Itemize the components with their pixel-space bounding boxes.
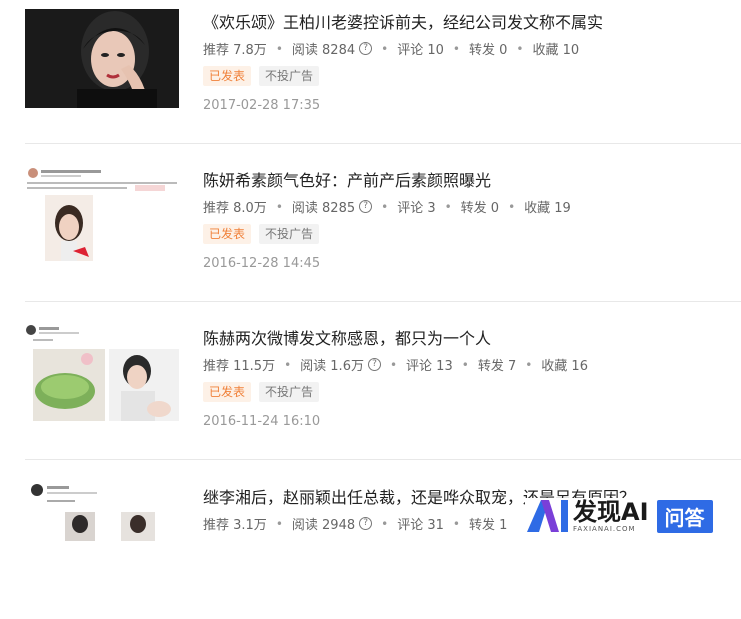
article-thumbnail[interactable] (25, 167, 179, 266)
read-count: 阅读 8284? (291, 39, 373, 58)
status-badge: 已发表 (203, 224, 252, 244)
separator-dot: • (381, 516, 389, 531)
ad-badge: 不投广告 (259, 66, 320, 86)
article-stats: 推荐 8.0万 • 阅读 8285? • 评论 3 • 转发 0 • 收藏 19 (203, 197, 571, 217)
comment-count: 评论 13 (406, 359, 453, 374)
article-tags: 已发表 不投广告 (203, 382, 320, 402)
read-count-text: 阅读 1.6万 (300, 359, 364, 374)
separator-dot: • (284, 357, 292, 372)
watermark-brand: 发现AI (573, 497, 649, 526)
publish-date: 2016-11-24 16:10 (203, 414, 321, 429)
favorite-count: 收藏 16 (541, 359, 588, 374)
separator-dot: • (508, 199, 516, 214)
share-count: 转发 7 (477, 359, 517, 374)
read-count-text: 阅读 8284 (291, 43, 356, 58)
comment-count: 评论 10 (397, 43, 444, 58)
article-item[interactable]: 陈赫两次微博发文称感恩，都只为一个人 推荐 11.5万 • 阅读 1.6万? •… (25, 325, 741, 460)
divider (25, 301, 741, 302)
article-item[interactable]: 陈妍希素颜气色好：产前产后素颜照曝光 推荐 8.0万 • 阅读 8285? • … (25, 167, 741, 302)
article-title[interactable]: 《欢乐颂》王柏川老婆控诉前夫，经纪公司发文称不属实 (203, 9, 603, 33)
divider (25, 143, 741, 144)
separator-dot: • (389, 357, 398, 372)
status-badge: 已发表 (203, 382, 252, 402)
article-thumbnail[interactable] (25, 484, 179, 541)
publish-date: 2016-12-28 14:45 (203, 256, 321, 271)
comment-count: 评论 3 (397, 201, 436, 216)
article-thumbnail[interactable] (25, 9, 179, 108)
article-tags: 已发表 不投广告 (203, 66, 320, 86)
read-count-text: 阅读 2948 (291, 518, 356, 533)
share-count: 转发 0 (460, 201, 500, 216)
article-title[interactable]: 陈赫两次微博发文称感恩，都只为一个人 (203, 325, 491, 349)
separator-dot: • (525, 357, 533, 372)
article-tags: 已发表 不投广告 (203, 224, 320, 244)
article-thumbnail[interactable] (25, 325, 179, 424)
recommend-count: 推荐 8.0万 (203, 201, 267, 216)
watermark-text: 发现AI FAXIANAI.COM (573, 500, 649, 533)
share-count: 转发 1 (468, 518, 508, 533)
help-icon[interactable]: ? (367, 358, 381, 371)
article-item[interactable]: 《欢乐颂》王柏川老婆控诉前夫，经纪公司发文称不属实 推荐 7.8万 • 阅读 8… (25, 9, 741, 144)
help-icon[interactable]: ? (359, 200, 373, 213)
help-icon[interactable]: ? (359, 42, 373, 55)
status-badge: 已发表 (203, 66, 252, 86)
article-stats: 推荐 3.1万 • 阅读 2948? • 评论 31 • 转发 1 (203, 514, 508, 534)
article-stats: 推荐 11.5万 • 阅读 1.6万? • 评论 13 • 转发 7 • 收藏 … (203, 355, 588, 375)
article-title[interactable]: 陈妍希素颜气色好：产前产后素颜照曝光 (203, 167, 491, 191)
read-count: 阅读 2948? (291, 514, 373, 533)
help-icon[interactable]: ? (359, 517, 373, 530)
separator-dot: • (381, 41, 389, 56)
separator-dot: • (452, 41, 460, 56)
recommend-count: 推荐 11.5万 (203, 359, 276, 374)
watermark-qa-badge: 问答 (656, 499, 713, 533)
publish-date: 2017-02-28 17:35 (203, 98, 321, 113)
separator-dot: • (452, 516, 460, 531)
read-count: 阅读 8285? (291, 197, 373, 216)
favorite-count: 收藏 10 (532, 43, 580, 58)
comment-count: 评论 31 (397, 518, 444, 533)
ad-badge: 不投广告 (259, 382, 320, 402)
separator-dot: • (381, 199, 389, 214)
share-count: 转发 0 (468, 43, 508, 58)
read-count: 阅读 1.6万? (300, 355, 381, 374)
separator-dot: • (275, 41, 283, 56)
separator-dot: • (444, 199, 452, 214)
watermark-domain: FAXIANAI.COM (573, 524, 636, 533)
recommend-count: 推荐 7.8万 (203, 43, 267, 58)
ai-logo-icon (525, 498, 569, 534)
separator-dot: • (275, 516, 283, 531)
ad-badge: 不投广告 (259, 224, 320, 244)
watermark-logo: 发现AI FAXIANAI.COM 问答 (525, 498, 713, 534)
read-count-text: 阅读 8285 (291, 201, 356, 216)
separator-dot: • (461, 357, 469, 372)
recommend-count: 推荐 3.1万 (203, 518, 267, 533)
favorite-count: 收藏 19 (524, 201, 571, 216)
divider (25, 459, 741, 460)
separator-dot: • (275, 199, 283, 214)
separator-dot: • (516, 41, 524, 56)
article-stats: 推荐 7.8万 • 阅读 8284? • 评论 10 • 转发 0 • 收藏 1… (203, 39, 580, 59)
